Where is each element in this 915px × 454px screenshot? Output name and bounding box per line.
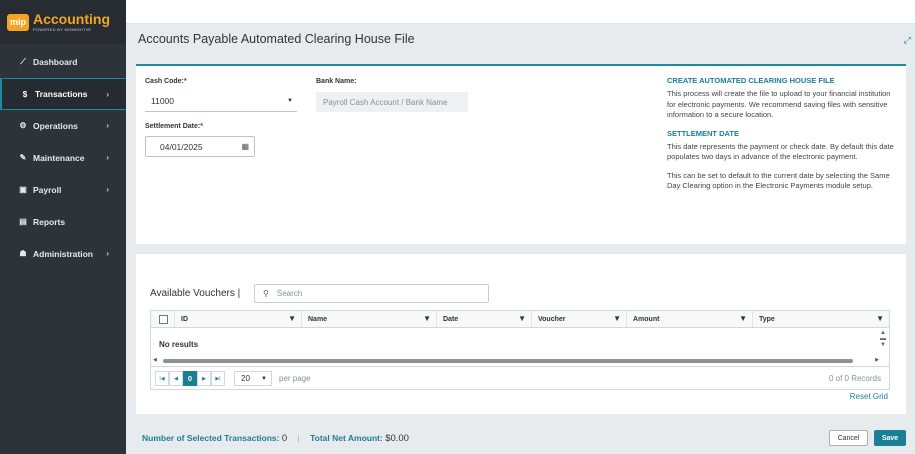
page-size-select[interactable]: 20 ▼ — [234, 371, 272, 386]
chevron-right-icon: › — [106, 249, 109, 258]
users-icon: ☗ — [19, 249, 27, 258]
info-paragraph-same-day: This can be set to default to the curren… — [667, 170, 890, 191]
settlement-date-input[interactable]: 04/01/2025 ▦ — [145, 136, 255, 157]
sidebar-item-label: Dashboard — [33, 56, 78, 67]
filter-icon[interactable]: ▼ — [613, 314, 621, 323]
sidebar-item-transactions[interactable]: $ Transactions › — [0, 78, 126, 110]
logo-subtitle: POWERED BY MOMENTIVE — [33, 27, 92, 32]
sidebar-item-label: Reports — [33, 216, 66, 227]
column-header-voucher[interactable]: Voucher ▼ — [532, 311, 627, 327]
money-bill-icon: ▣ — [19, 185, 27, 194]
records-count: 0 of 0 Records — [828, 374, 881, 383]
horizontal-scrollbar[interactable]: ◀ ▶ — [153, 357, 879, 364]
sidebar-item-label: Payroll — [33, 184, 62, 195]
next-page-icon[interactable]: ▶ — [197, 371, 211, 386]
footer-separator: | — [297, 433, 300, 443]
cash-code-label: Cash Code:* — [145, 78, 187, 85]
column-header-type[interactable]: Type ▼ — [753, 311, 889, 327]
gears-icon: ⚙ — [19, 121, 27, 130]
total-net-amount-label: Total Net Amount: — [310, 433, 383, 443]
bank-name-field: Payroll Cash Account / Bank Name — [316, 92, 468, 112]
app-logo[interactable]: mip Accounting POWERED BY MOMENTIVE — [0, 0, 126, 44]
info-heading-ach: CREATE AUTOMATED CLEARING HOUSE FILE — [667, 76, 835, 85]
column-header-date[interactable]: Date ▼ — [437, 311, 532, 327]
save-button[interactable]: Save — [874, 430, 906, 446]
wrench-icon: ✎ — [19, 153, 27, 162]
logo-badge: mip — [7, 13, 29, 31]
empty-grid-message: No results — [159, 340, 199, 349]
filter-icon[interactable]: ▼ — [876, 314, 884, 323]
scroll-left-icon[interactable]: ◀ — [153, 357, 157, 363]
prev-page-icon[interactable]: ◀ — [169, 371, 183, 386]
chart-line-icon: ⟋ — [20, 56, 26, 66]
reset-grid-link[interactable]: Reset Grid — [850, 392, 888, 401]
ach-form-panel: Cash Code:* 11000 ▼ Bank Name: Payroll C… — [136, 64, 906, 244]
info-heading-settlement: SETTLEMENT DATE — [667, 128, 739, 138]
select-all-cell — [151, 311, 175, 327]
search-input[interactable]: ⚲ Search — [254, 284, 489, 303]
vouchers-panel: Available Vouchers | ⚲ Search ID ▼ Name ▼ … — [136, 254, 906, 414]
settlement-date-value: 04/01/2025 — [160, 141, 203, 152]
filter-icon[interactable]: ▼ — [288, 314, 296, 323]
sidebar-item-administration[interactable]: ☗ Administration › — [0, 238, 126, 270]
sidebar-item-operations[interactable]: ⚙ Operations › — [0, 110, 126, 142]
calendar-icon[interactable]: ▦ — [241, 142, 249, 151]
column-header-amount[interactable]: Amount ▼ — [627, 311, 753, 327]
sidebar-item-label: Administration — [33, 248, 93, 259]
first-page-icon[interactable]: |◀ — [155, 371, 169, 386]
per-page-label: per page — [279, 374, 311, 383]
search-placeholder: Search — [276, 289, 303, 298]
logo-title: Accounting — [33, 11, 110, 27]
footer-summary: Number of Selected Transactions: 0 | Tot… — [142, 433, 409, 444]
vertical-scrollbar[interactable]: ▲ ▬ ▼ — [880, 330, 886, 348]
last-page-icon[interactable]: ▶| — [211, 371, 225, 386]
footer-bar: Number of Selected Transactions: 0 | Tot… — [126, 424, 915, 454]
available-vouchers-title: Available Vouchers | — [150, 288, 241, 299]
column-header-name[interactable]: Name ▼ — [302, 311, 437, 327]
settlement-date-label: Settlement Date:* — [145, 123, 203, 130]
vouchers-grid: ID ▼ Name ▼ Date ▼ Voucher ▼ Amount ▼ Type ▼ N… — [150, 310, 890, 390]
column-header-id[interactable]: ID ▼ — [175, 311, 302, 327]
select-all-checkbox[interactable] — [159, 314, 168, 324]
chevron-right-icon: › — [106, 89, 109, 99]
grid-header: ID ▼ Name ▼ Date ▼ Voucher ▼ Amount ▼ Type ▼ — [151, 311, 889, 328]
cash-code-select[interactable]: 11000 ▼ — [145, 91, 297, 112]
caret-down-icon: ▼ — [261, 375, 267, 382]
sidebar-item-dashboard[interactable]: ⟋ Dashboard — [0, 46, 126, 78]
total-net-amount-value: $0.00 — [385, 433, 409, 444]
info-paragraph-settlement: This date represents the payment or chec… — [667, 141, 894, 162]
sidebar-item-reports[interactable]: ▤ Reports — [0, 206, 126, 238]
info-paragraph-ach: This process will create the file to upl… — [667, 89, 891, 119]
chevron-right-icon: › — [106, 185, 109, 194]
filter-icon[interactable]: ▼ — [423, 314, 431, 323]
chevron-right-icon: › — [106, 121, 109, 130]
bank-name-label: Bank Name: — [316, 78, 357, 85]
current-page-button[interactable]: 0 — [183, 371, 197, 386]
filter-icon[interactable]: ▼ — [518, 314, 526, 323]
sidebar-item-label: Operations — [33, 120, 78, 131]
sidebar-item-maintenance[interactable]: ✎ Maintenance › — [0, 142, 126, 174]
cash-code-value: 11000 — [151, 96, 175, 106]
caret-down-icon: ▼ — [287, 98, 293, 104]
sidebar-item-label: Transactions — [35, 89, 88, 99]
dollar-icon: $ — [22, 89, 28, 99]
scrollbar-thumb[interactable] — [163, 359, 853, 363]
top-bar — [126, 0, 915, 24]
page-title: Accounts Payable Automated Clearing Hous… — [138, 32, 415, 46]
sidebar-item-payroll[interactable]: ▣ Payroll › — [0, 174, 126, 206]
search-icon: ⚲ — [263, 289, 269, 298]
file-icon: ▤ — [19, 217, 27, 226]
expand-icon[interactable]: ⤢ — [904, 35, 911, 46]
selected-transactions-value: 0 — [281, 433, 288, 444]
cancel-button[interactable]: Cancel — [829, 430, 868, 446]
title-bar: Accounts Payable Automated Clearing Hous… — [126, 24, 915, 56]
grid-pager: |◀ ◀ 0 ▶ ▶| 20 ▼ per page 0 of 0 Records — [151, 366, 889, 390]
sidebar: mip Accounting POWERED BY MOMENTIVE ⟋ Da… — [0, 0, 126, 454]
help-info: CREATE AUTOMATED CLEARING HOUSE FILE Thi… — [667, 76, 899, 200]
selected-transactions-label: Number of Selected Transactions: — [142, 433, 280, 443]
filter-icon[interactable]: ▼ — [739, 314, 747, 323]
scroll-right-icon[interactable]: ▶ — [875, 357, 879, 363]
sidebar-item-label: Maintenance — [33, 152, 85, 163]
chevron-right-icon: › — [106, 153, 109, 162]
